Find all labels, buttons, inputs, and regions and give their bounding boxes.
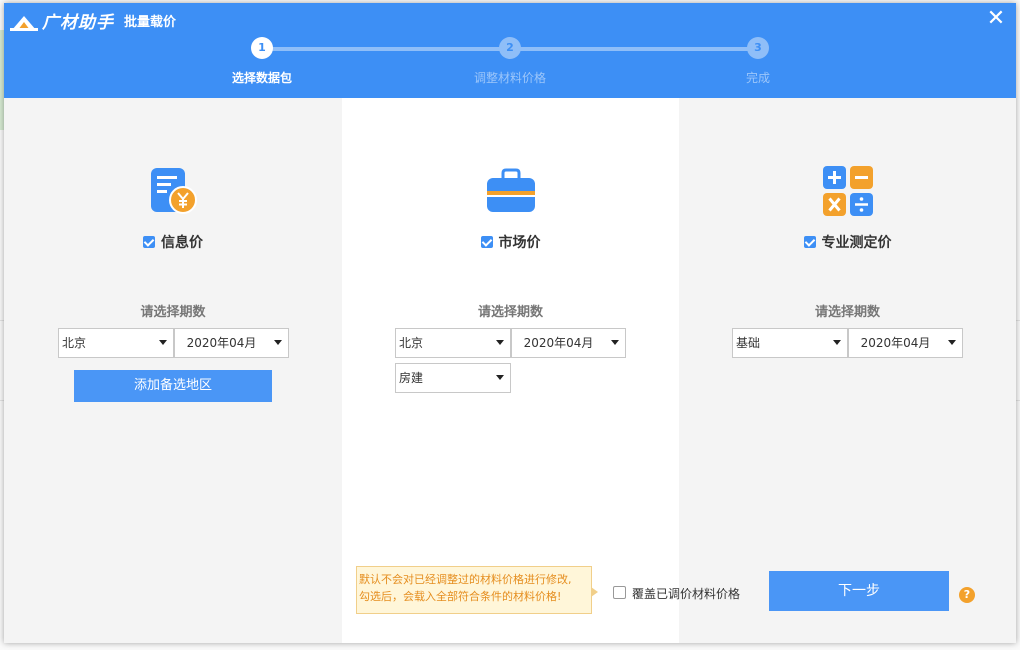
- select-value: 2020年04月: [523, 336, 594, 350]
- dropdown-arrow-icon: [611, 340, 619, 345]
- overwrite-tooltip: 默认不会对已经调整过的材料价格进行修改, 勾选后，会载入全部符合条件的材料价格!: [356, 566, 598, 614]
- step-number: 1: [251, 37, 273, 59]
- dropdown-arrow-icon: [274, 340, 282, 345]
- period-label: 请选择期数: [140, 305, 206, 320]
- step-label: 选择数据包: [231, 71, 292, 85]
- next-button[interactable]: 下一步: [769, 571, 949, 611]
- pro-price-panel: 专业测定价 请选择期数 基础 2020年04月: [679, 98, 1016, 643]
- select-value: 基础: [736, 336, 761, 350]
- period-label: 请选择期数: [814, 305, 880, 320]
- tooltip-line: 默认不会对已经调整过的材料价格进行修改,: [359, 573, 572, 586]
- step-label: 调整材料价格: [473, 71, 546, 85]
- logo-icon: [10, 15, 38, 31]
- dropdown-arrow-icon: [833, 340, 841, 345]
- checkbox-checked-icon[interactable]: [803, 236, 816, 248]
- info-price-checkbox[interactable]: 信息价: [4, 232, 342, 252]
- checkbox-label: 市场价: [498, 235, 541, 251]
- brand-name: 广材助手: [42, 13, 114, 33]
- market-price-panel: 市场价 请选择期数 北京 2020年04月 房建: [342, 98, 679, 643]
- period-label: 请选择期数: [477, 305, 543, 320]
- step-label: 完成: [745, 71, 770, 85]
- category-select[interactable]: 房建: [395, 363, 511, 393]
- step-1: 1 选择数据包: [202, 37, 322, 86]
- dropdown-arrow-icon: [496, 375, 504, 380]
- select-value: 2020年04月: [186, 336, 257, 350]
- briefcase-icon: [486, 168, 535, 212]
- checkbox-label: 专业测定价: [821, 235, 892, 251]
- step-number: 2: [499, 37, 521, 59]
- checkbox-checked-icon[interactable]: [480, 236, 493, 248]
- pro-price-checkbox[interactable]: 专业测定价: [679, 232, 1016, 252]
- region-select[interactable]: 北京: [395, 328, 511, 358]
- step-2: 2 调整材料价格: [450, 37, 570, 86]
- select-value: 房建: [399, 371, 424, 385]
- step-3: 3 完成: [698, 37, 818, 86]
- step-number: 3: [747, 37, 769, 59]
- help-icon[interactable]: ?: [959, 587, 975, 603]
- batch-price-dialog: 广材助手 批量载价 ✕ 1 选择数据包 2 调整材料价格 3 完成 信息价 请选…: [4, 3, 1016, 643]
- checkbox-unchecked-icon[interactable]: [613, 586, 626, 599]
- dialog-title: 批量载价: [124, 15, 177, 30]
- dropdown-arrow-icon: [496, 340, 504, 345]
- market-price-checkbox[interactable]: 市场价: [342, 232, 679, 252]
- app-logo: 广材助手 批量载价: [10, 8, 176, 33]
- info-price-panel: 信息价 请选择期数 北京 2020年04月 添加备选地区: [4, 98, 342, 643]
- dropdown-arrow-icon: [948, 340, 956, 345]
- checkbox-checked-icon[interactable]: [143, 236, 155, 248]
- calculator-icon: [822, 166, 873, 216]
- select-value: 北京: [399, 336, 424, 350]
- region-select[interactable]: 北京: [58, 328, 174, 358]
- checkbox-label: 信息价: [161, 235, 203, 251]
- overwrite-checkbox[interactable]: 覆盖已调价材料价格: [613, 585, 740, 602]
- select-value: 2020年04月: [860, 336, 931, 350]
- dropdown-arrow-icon: [159, 340, 167, 345]
- tooltip-line: 勾选后，会载入全部符合条件的材料价格!: [359, 590, 562, 603]
- period-select[interactable]: 2020年04月: [174, 328, 289, 358]
- select-value: 北京: [62, 336, 87, 350]
- period-select[interactable]: 2020年04月: [511, 328, 626, 358]
- dialog-header: 广材助手 批量载价 ✕ 1 选择数据包 2 调整材料价格 3 完成: [4, 3, 1016, 98]
- add-region-button[interactable]: 添加备选地区: [74, 370, 272, 402]
- checkbox-label: 覆盖已调价材料价格: [632, 587, 741, 601]
- period-select[interactable]: 2020年04月: [848, 328, 963, 358]
- receipt-yen-icon: [151, 168, 197, 214]
- base-select[interactable]: 基础: [732, 328, 848, 358]
- close-icon[interactable]: ✕: [986, 8, 1006, 30]
